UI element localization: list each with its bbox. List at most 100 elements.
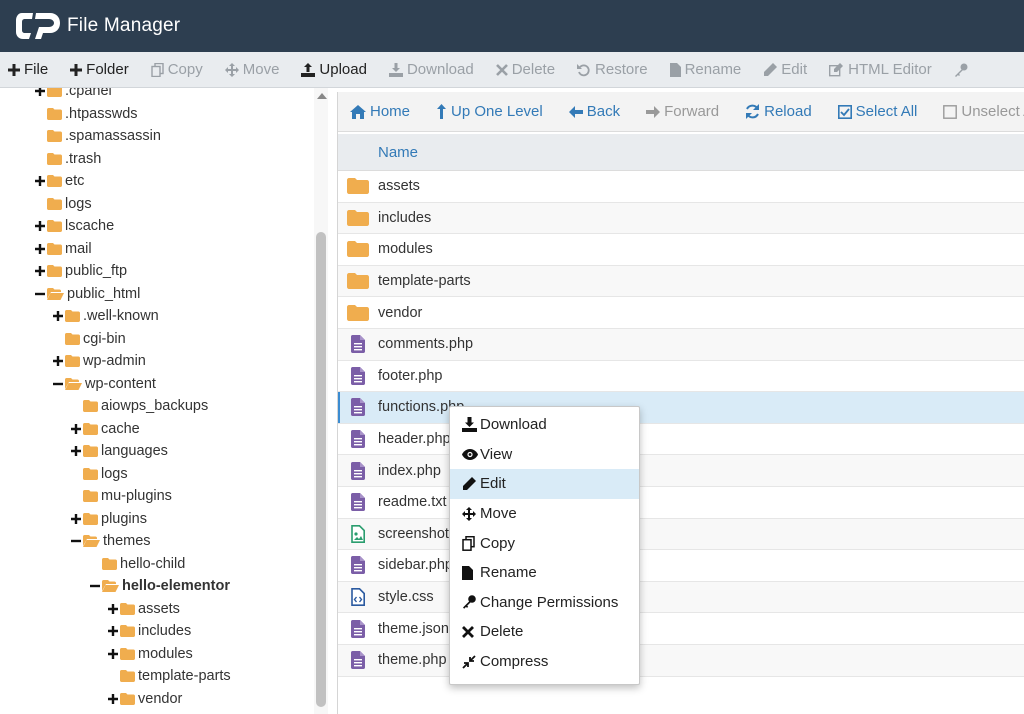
tree-item[interactable]: etc — [34, 170, 84, 192]
file-row[interactable]: header.php — [338, 424, 1024, 456]
tree-item[interactable]: modules — [107, 643, 193, 665]
tree-scrollbar-thumb[interactable] — [316, 232, 326, 707]
tree-item[interactable]: vendor — [107, 688, 182, 710]
context-menu-delete[interactable]: Delete — [450, 617, 639, 647]
expand-plus-icon[interactable] — [34, 176, 46, 186]
scroll-up-arrow-icon[interactable] — [317, 93, 327, 99]
tree-item[interactable]: .spamassassin — [34, 125, 161, 147]
file-row[interactable]: assets — [338, 171, 1024, 203]
tree-item[interactable]: cgi-bin — [52, 328, 126, 350]
expand-plus-icon[interactable] — [70, 513, 82, 524]
restore-button[interactable]: Restore — [567, 52, 660, 87]
back-button[interactable]: Back — [568, 103, 620, 120]
expand-plus-icon[interactable] — [107, 603, 119, 614]
context-menu-change-permissions[interactable]: Change Permissions — [450, 588, 639, 618]
tree-item[interactable]: mail — [34, 238, 92, 260]
context-menu-compress[interactable]: Compress — [450, 647, 639, 677]
download-button[interactable]: Download — [379, 52, 486, 87]
permissions-button[interactable] — [944, 52, 984, 87]
tree-item[interactable]: .well-known — [52, 305, 159, 327]
context-menu-download[interactable]: Download — [450, 410, 639, 440]
main-toolbar: File Folder Copy Move Upload Download De… — [0, 52, 1024, 88]
tree-item[interactable]: mu-plugins — [70, 485, 172, 507]
home-button[interactable]: Home — [350, 103, 410, 120]
file-row[interactable]: footer.php — [338, 361, 1024, 393]
tree-item[interactable]: hello-child — [89, 553, 185, 575]
expand-plus-icon[interactable] — [52, 311, 64, 321]
collapse-minus-icon[interactable] — [70, 536, 82, 546]
file-row[interactable]: theme.php — [338, 645, 1024, 677]
expand-plus-icon[interactable] — [107, 648, 119, 659]
tree-item[interactable]: public_ftp — [34, 260, 127, 282]
tree-item-label: public_html — [67, 285, 141, 302]
folder-icon — [83, 512, 98, 525]
file-row[interactable]: sidebar.php — [338, 550, 1024, 582]
expand-plus-icon[interactable] — [70, 423, 82, 434]
collapse-minus-icon[interactable] — [89, 581, 101, 591]
image-file-icon — [338, 524, 378, 543]
expand-plus-icon[interactable] — [70, 446, 82, 456]
expand-plus-icon[interactable] — [34, 88, 46, 96]
upload-button[interactable]: Upload — [291, 52, 379, 87]
new-file-button[interactable]: File — [0, 52, 60, 87]
tree-item[interactable]: themes — [70, 530, 151, 552]
unselect-all-button[interactable]: Unselect All — [943, 103, 1024, 120]
file-row[interactable]: template-parts — [338, 265, 1024, 298]
rename-button[interactable]: Rename — [660, 52, 754, 87]
context-menu-edit[interactable]: Edit — [450, 469, 639, 499]
tree-item[interactable]: cache — [70, 418, 140, 440]
tree-item[interactable]: aiowps_backups — [70, 395, 208, 417]
file-row[interactable]: index.php — [338, 455, 1024, 487]
tree-item[interactable]: lscache — [34, 215, 114, 237]
expand-plus-icon[interactable] — [107, 626, 119, 636]
folder-icon — [338, 209, 378, 226]
expand-plus-icon[interactable] — [34, 221, 46, 231]
tree-item[interactable]: assets — [107, 598, 180, 620]
tree-item[interactable]: includes — [107, 620, 191, 642]
tree-item-label: wp-content — [85, 375, 156, 392]
tree-item[interactable]: languages — [70, 440, 168, 462]
context-menu-copy[interactable]: Copy — [450, 528, 639, 558]
tree-item[interactable]: logs — [34, 193, 92, 215]
file-row[interactable]: theme.json — [338, 613, 1024, 645]
tree-item[interactable]: .htpasswds — [34, 103, 138, 125]
expand-plus-icon[interactable] — [52, 356, 64, 366]
file-row[interactable]: modules — [338, 234, 1024, 266]
collapse-minus-icon[interactable] — [34, 289, 46, 299]
move-button[interactable]: Move — [215, 52, 292, 87]
delete-button[interactable]: Delete — [486, 52, 567, 87]
expand-plus-icon[interactable] — [34, 266, 46, 276]
context-menu-rename[interactable]: Rename — [450, 558, 639, 588]
collapse-minus-icon[interactable] — [52, 379, 64, 389]
tree-item[interactable]: .cpanel — [34, 88, 112, 102]
html-editor-button[interactable]: HTML Editor — [819, 52, 944, 87]
expand-plus-icon[interactable] — [34, 243, 46, 254]
context-menu-view[interactable]: View — [450, 440, 639, 470]
forward-button[interactable]: Forward — [646, 103, 719, 120]
tree-item[interactable]: wp-content — [52, 373, 156, 395]
file-row[interactable]: includes — [338, 202, 1024, 235]
copy-button[interactable]: Copy — [141, 52, 215, 87]
tree-item[interactable]: hello-elementor — [89, 575, 230, 597]
tree-item[interactable]: logs — [70, 463, 128, 485]
reload-button[interactable]: Reload — [745, 103, 812, 120]
edit-button[interactable]: Edit — [753, 52, 819, 87]
file-row[interactable]: style.css — [338, 581, 1024, 614]
up-one-level-button[interactable]: Up One Level — [436, 103, 543, 120]
expand-plus-icon[interactable] — [107, 693, 119, 704]
tree-item[interactable]: .trash — [34, 148, 101, 170]
select-all-button[interactable]: Select All — [837, 103, 917, 120]
file-row[interactable]: vendor — [338, 297, 1024, 329]
file-row[interactable]: comments.php — [338, 329, 1024, 361]
new-folder-button[interactable]: Folder — [60, 52, 141, 87]
file-row[interactable]: screenshot.png — [338, 518, 1024, 551]
file-row-selected[interactable]: functions.php — [338, 392, 1024, 424]
tree-item[interactable]: public_html — [34, 283, 140, 305]
context-menu-move[interactable]: Move — [450, 499, 639, 529]
file-row[interactable]: readme.txt — [338, 487, 1024, 519]
cpanel-logo[interactable] — [16, 8, 64, 44]
tree-item[interactable]: wp-admin — [52, 350, 146, 372]
tree-item[interactable]: template-parts — [107, 665, 231, 687]
name-column-header[interactable]: Name — [378, 144, 418, 161]
tree-item[interactable]: plugins — [70, 508, 147, 530]
